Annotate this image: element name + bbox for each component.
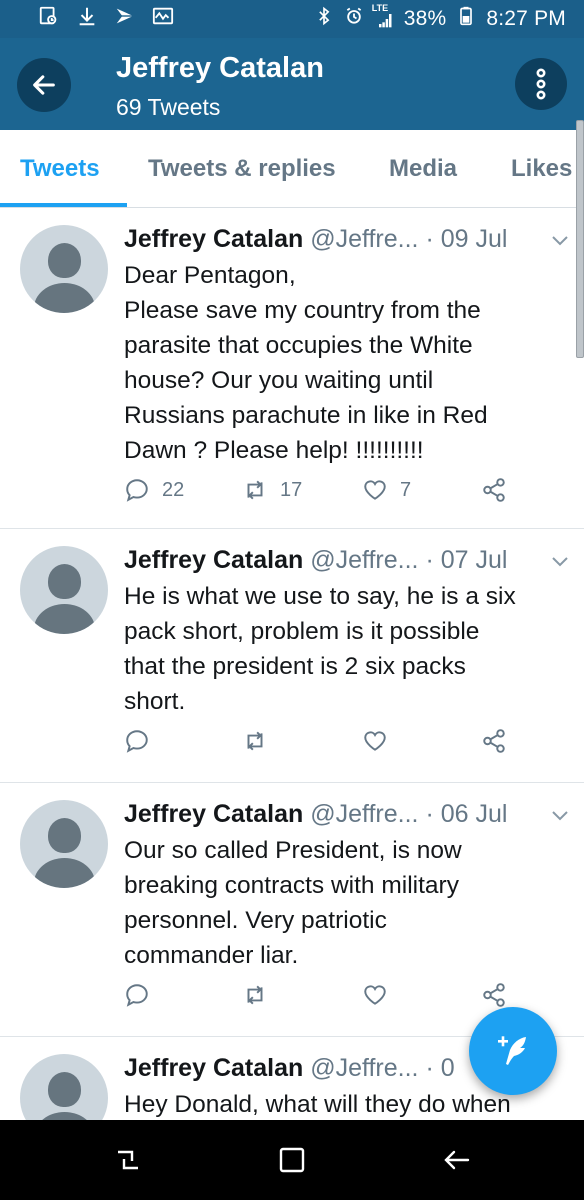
sprint-icon bbox=[114, 5, 136, 33]
tweet-card[interactable]: Jeffrey Catalan @Jeffre... · 06 Jul Our … bbox=[0, 783, 584, 1037]
lte-signal-icon: LTE bbox=[372, 3, 394, 29]
reply-button[interactable] bbox=[124, 982, 162, 1008]
retweet-button[interactable]: 17 bbox=[242, 477, 302, 503]
tweet-author-handle[interactable]: @Jeffre... bbox=[310, 1054, 418, 1082]
tab-tweets[interactable]: Tweets bbox=[20, 130, 100, 207]
share-icon bbox=[483, 478, 505, 502]
tweet-text: Dear Pentagon, Please save my country fr… bbox=[124, 262, 488, 464]
reply-button[interactable]: 22 bbox=[124, 477, 184, 503]
more-options-button[interactable] bbox=[515, 58, 567, 110]
heart-icon bbox=[364, 985, 386, 1005]
chevron-down-icon[interactable] bbox=[551, 556, 569, 568]
reply-icon bbox=[126, 984, 148, 1007]
scrollbar-thumb[interactable] bbox=[576, 120, 584, 358]
status-bar: LTE 38% 8:27 PM bbox=[0, 0, 584, 38]
tweet-author-name[interactable]: Jeffrey Catalan bbox=[124, 1054, 303, 1082]
home-icon bbox=[279, 1147, 305, 1173]
home-button[interactable] bbox=[274, 1142, 310, 1178]
compose-tweet-button[interactable] bbox=[469, 1007, 557, 1095]
like-button[interactable] bbox=[362, 982, 400, 1008]
like-button[interactable]: 7 bbox=[362, 477, 411, 503]
tweet-feed[interactable]: Jeffrey Catalan @Jeffre... · 09 Jul Dear… bbox=[0, 208, 584, 1120]
tweet-header: Jeffrey Catalan @Jeffre... · 09 Jul bbox=[124, 225, 508, 253]
status-time: 8:27 PM bbox=[486, 7, 566, 30]
tweet-actions bbox=[124, 982, 544, 1018]
tab-media[interactable]: Media bbox=[389, 130, 457, 207]
alarm-icon bbox=[344, 6, 364, 32]
chevron-down-icon[interactable] bbox=[551, 810, 569, 822]
system-nav-bar bbox=[0, 1120, 584, 1200]
avatar[interactable] bbox=[20, 1054, 108, 1120]
tweet-author-handle[interactable]: @Jeffre... bbox=[310, 225, 418, 253]
avatar[interactable] bbox=[20, 546, 108, 634]
tweet-text: Our so called President, is now breaking… bbox=[124, 837, 462, 969]
tweet-author-handle[interactable]: @Jeffre... bbox=[310, 546, 418, 574]
retweet-icon bbox=[247, 985, 263, 1005]
tweet-header: Jeffrey Catalan @Jeffre... · 07 Jul bbox=[124, 546, 508, 574]
battery-icon bbox=[456, 6, 476, 32]
retweet-icon bbox=[247, 731, 263, 751]
active-tab-indicator bbox=[0, 203, 127, 207]
arrow-left-icon bbox=[33, 75, 55, 95]
tweet-author-name[interactable]: Jeffrey Catalan bbox=[124, 546, 303, 574]
tweet-actions bbox=[124, 728, 544, 764]
recent-apps-icon bbox=[118, 1150, 138, 1170]
tweet-actions: 22 17 7 bbox=[124, 477, 544, 513]
reply-icon bbox=[126, 479, 148, 502]
heart-icon bbox=[364, 731, 386, 751]
activity-icon bbox=[152, 5, 174, 33]
heart-icon bbox=[364, 480, 386, 500]
tweet-header: Jeffrey Catalan @Jeffre... · 06 Jul bbox=[124, 800, 508, 828]
tweet-author-handle[interactable]: @Jeffre... bbox=[310, 800, 418, 828]
bluetooth-icon bbox=[314, 6, 334, 32]
share-button[interactable] bbox=[481, 477, 507, 503]
profile-tabs: Tweets Tweets & replies Media Likes bbox=[0, 130, 584, 208]
retweet-button[interactable] bbox=[242, 728, 280, 754]
tweet-text: He is what we use to say, he is a six pa… bbox=[124, 583, 516, 715]
tab-tweets-and-replies[interactable]: Tweets & replies bbox=[148, 130, 336, 207]
back-icon bbox=[444, 1150, 470, 1170]
gallery-notification-icon bbox=[38, 5, 60, 33]
retweet-count: 17 bbox=[280, 478, 303, 501]
recent-apps-button[interactable] bbox=[110, 1142, 146, 1178]
avatar[interactable] bbox=[20, 800, 108, 888]
tweet-author-name[interactable]: Jeffrey Catalan bbox=[124, 225, 303, 253]
back-button[interactable] bbox=[17, 58, 71, 112]
retweet-icon bbox=[247, 480, 263, 500]
chevron-down-icon[interactable] bbox=[551, 235, 569, 247]
share-icon bbox=[483, 983, 505, 1007]
tweet-date: 09 Jul bbox=[440, 225, 508, 253]
retweet-button[interactable] bbox=[242, 982, 280, 1008]
reply-icon bbox=[126, 730, 148, 753]
reply-count: 22 bbox=[162, 478, 185, 501]
tweet-card[interactable]: Jeffrey Catalan @Jeffre... · 07 Jul He i… bbox=[0, 529, 584, 783]
profile-name: Jeffrey Catalan bbox=[116, 52, 324, 84]
profile-header: Jeffrey Catalan 69 Tweets bbox=[0, 38, 584, 130]
reply-button[interactable] bbox=[124, 728, 162, 754]
tweet-date: 07 Jul bbox=[440, 546, 508, 574]
battery-percent: 38% bbox=[403, 7, 447, 30]
tweet-count: 69 Tweets bbox=[116, 94, 221, 120]
tab-likes[interactable]: Likes bbox=[511, 130, 572, 207]
share-button[interactable] bbox=[481, 982, 507, 1008]
tweet-author-name[interactable]: Jeffrey Catalan bbox=[124, 800, 303, 828]
tweet-card[interactable]: Jeffrey Catalan @Jeffre... · 09 Jul Dear… bbox=[0, 208, 584, 529]
more-vertical-icon bbox=[536, 68, 546, 100]
like-count: 7 bbox=[400, 478, 412, 501]
tweet-date: 06 Jul bbox=[440, 800, 508, 828]
compose-tweet-icon bbox=[498, 1036, 526, 1065]
download-icon bbox=[76, 5, 98, 33]
share-icon bbox=[483, 729, 505, 753]
like-button[interactable] bbox=[362, 728, 400, 754]
tweet-date: 0 bbox=[440, 1054, 455, 1082]
share-button[interactable] bbox=[481, 728, 507, 754]
back-nav-button[interactable] bbox=[438, 1142, 474, 1178]
avatar[interactable] bbox=[20, 225, 108, 313]
